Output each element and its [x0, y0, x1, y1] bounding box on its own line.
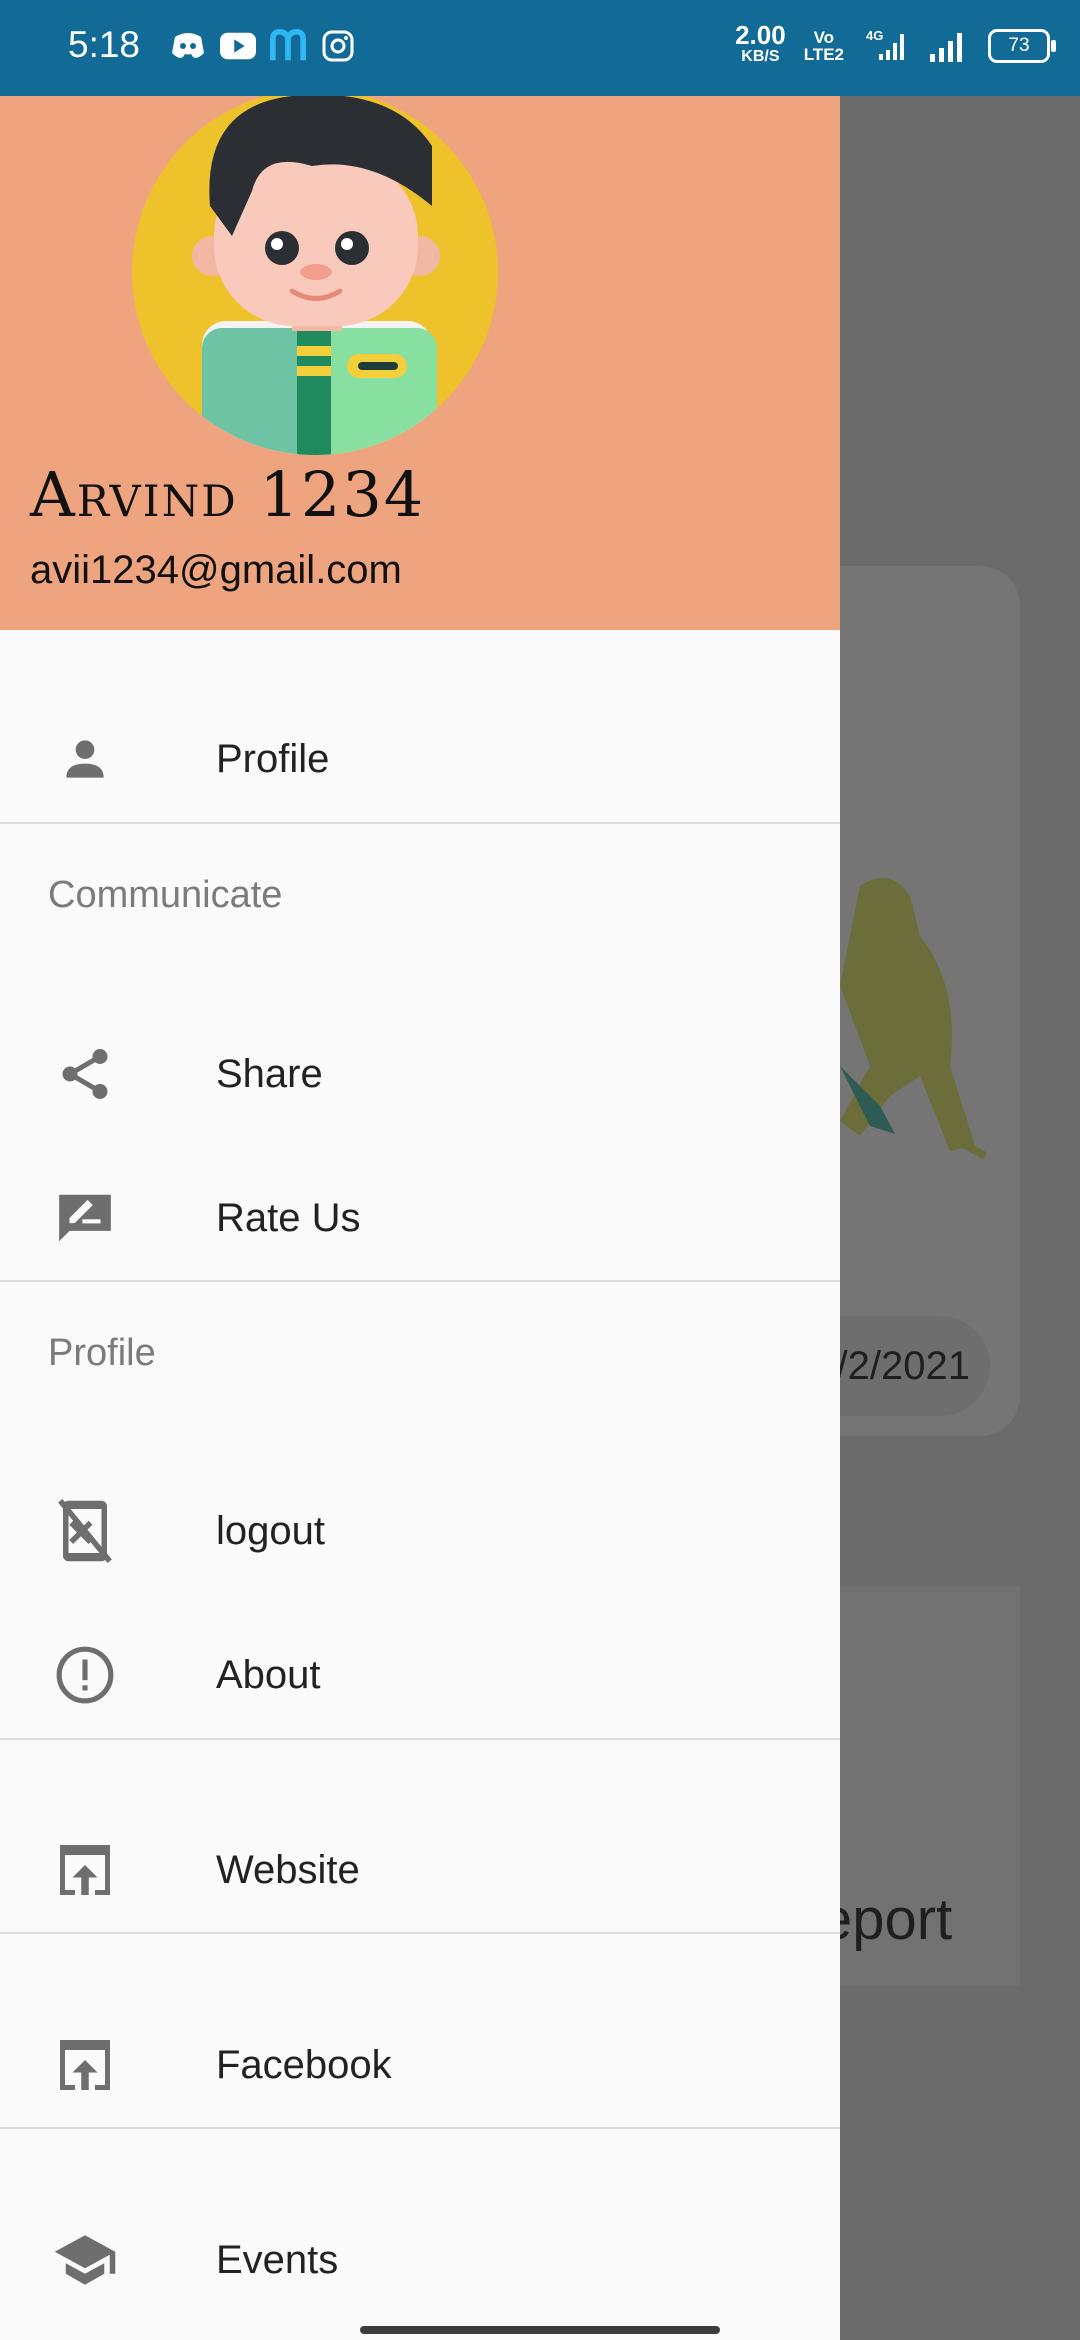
volte-bottom: LTE2 [803, 45, 844, 64]
section-title-communicate: Communicate [48, 874, 283, 916]
menu-item-label: Rate Us [216, 1195, 361, 1240]
menu-item-website[interactable]: Website [0, 1805, 840, 1935]
battery-indicator: 73 [988, 29, 1056, 63]
youtube-icon [220, 28, 256, 64]
menu-item-label: About [216, 1652, 321, 1697]
menu-item-label: Events [216, 2237, 339, 2282]
menu-item-label: Profile [216, 736, 330, 781]
phonelink-erase-icon [50, 1496, 120, 1566]
menu-item-events[interactable]: Events [0, 2195, 840, 2325]
svg-text:4G: 4G [866, 28, 883, 43]
user-email: avii1234@gmail.com [30, 548, 402, 592]
open-in-browser-icon [50, 2030, 120, 2100]
divider [0, 822, 840, 824]
app-m-icon [270, 28, 306, 64]
user-name: Arvind 1234 [30, 458, 426, 531]
menu-item-rate-us[interactable]: Rate Us [0, 1153, 840, 1283]
gesture-nav-handle[interactable] [360, 2326, 720, 2334]
divider [0, 2127, 840, 2129]
menu-item-label: Facebook [216, 2042, 392, 2087]
school-icon [50, 2225, 120, 2295]
open-in-browser-icon [50, 1835, 120, 1905]
menu-item-about[interactable]: About [0, 1610, 840, 1740]
network-speed-unit: KB/S [741, 48, 780, 65]
volte-top: Vo [813, 28, 835, 47]
system-status-icons: 2.00 KB/S Vo LTE2 4G 73 [735, 22, 1056, 68]
volte-indicator: Vo LTE2 [804, 29, 844, 63]
section-title-profile: Profile [48, 1332, 156, 1374]
person-icon [50, 724, 120, 794]
status-time: 5:18 [68, 24, 141, 65]
menu-item-label: Share [216, 1051, 323, 1096]
notification-icons [170, 28, 356, 64]
divider [0, 1932, 840, 1934]
menu-item-profile[interactable]: Profile [0, 694, 840, 824]
drawer-header: Arvind 1234 avii1234@gmail.com [0, 96, 840, 630]
divider [0, 1280, 840, 1282]
network-speed: 2.00 KB/S [735, 22, 786, 68]
signal-icon [926, 28, 970, 64]
status-bar: 5:18 2.00 KB/S Vo LTE2 4G 73 [0, 0, 1080, 96]
menu-item-facebook[interactable]: Facebook [0, 2000, 840, 2130]
menu-item-label: Website [216, 1847, 360, 1892]
rate-review-icon [50, 1183, 120, 1253]
navigation-drawer: Arvind 1234 avii1234@gmail.com Profile C… [0, 96, 840, 2340]
discord-icon [170, 28, 206, 64]
share-icon [50, 1039, 120, 1109]
error-outline-icon [50, 1640, 120, 1710]
menu-item-label: logout [216, 1508, 325, 1553]
menu-item-logout[interactable]: logout [0, 1466, 840, 1596]
menu-item-share[interactable]: Share [0, 1009, 840, 1139]
instagram-icon [320, 28, 356, 64]
divider [0, 1738, 840, 1740]
user-avatar[interactable] [132, 96, 498, 456]
signal-4g-icon: 4G [862, 28, 908, 64]
